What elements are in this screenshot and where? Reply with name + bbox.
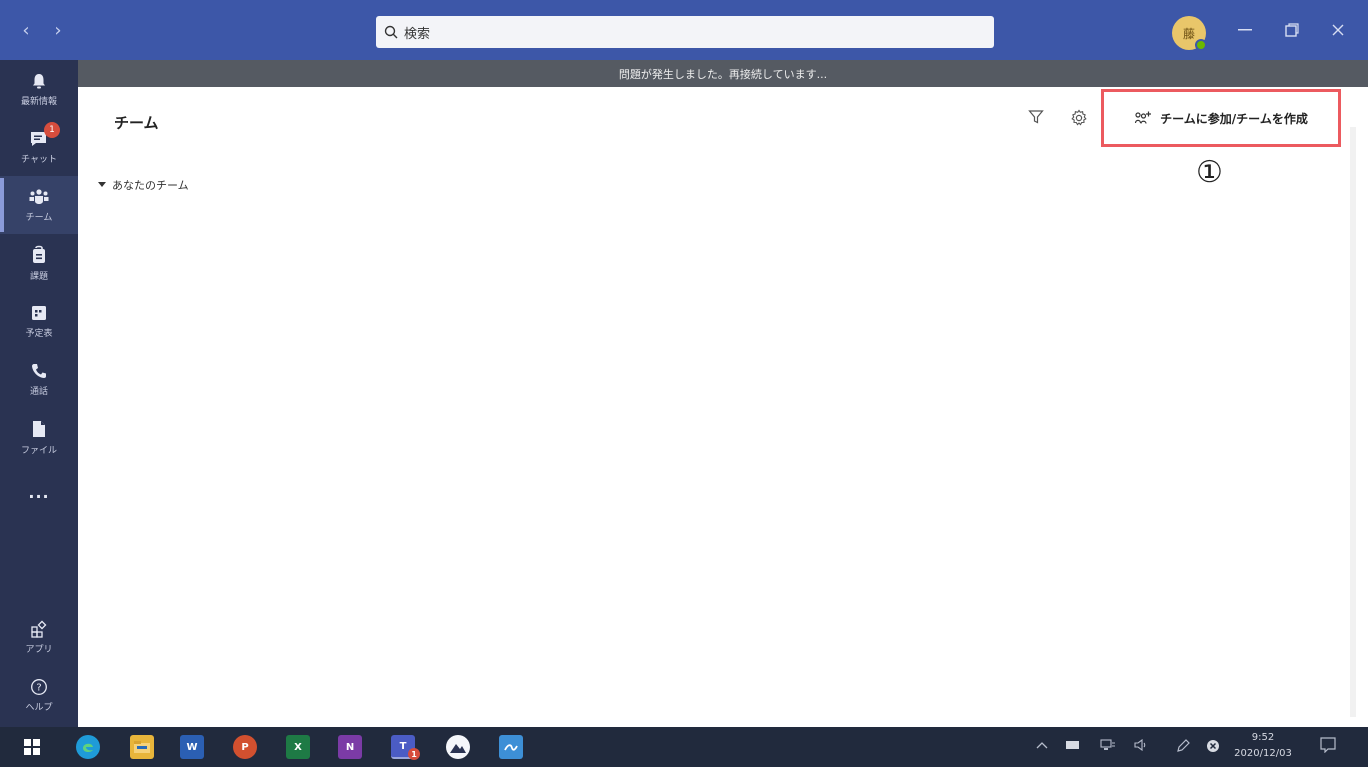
calendar-icon — [32, 305, 46, 320]
rail-item-help[interactable]: ? ヘルプ — [0, 666, 78, 724]
search-icon — [384, 25, 398, 39]
bell-icon — [33, 73, 45, 88]
title-bar: ‹ › 検索 藤 — [0, 0, 1368, 60]
rail-item-files[interactable]: ファイル — [0, 408, 78, 466]
join-or-create-team-label: チームに参加/チームを作成 — [1160, 111, 1308, 126]
back-arrow-icon[interactable]: ‹ — [18, 20, 34, 41]
start-icon[interactable] — [20, 735, 44, 759]
scrollbar[interactable] — [1350, 127, 1356, 717]
teams-taskbar-badge: 1 — [408, 748, 420, 760]
close-icon[interactable] — [1326, 18, 1350, 42]
rail-item-label: チャット — [21, 154, 57, 165]
phone-icon — [32, 363, 46, 378]
page-title: チーム — [114, 114, 159, 132]
windows-taskbar: W P X N T 1 9:52 2020/12/03 — [0, 727, 1368, 767]
powerpoint-icon[interactable]: P — [233, 735, 257, 759]
your-teams-section-header[interactable]: あなたのチーム — [98, 177, 189, 193]
rail-item-apps[interactable]: アプリ — [0, 608, 78, 666]
teams-main-pane: チーム チームに参加/チームを作成 ① あなたのチーム — [78, 87, 1368, 727]
file-explorer-icon[interactable] — [130, 735, 154, 759]
presence-available-icon — [1195, 39, 1207, 51]
more-icon: ... — [28, 482, 50, 502]
history-nav: ‹ › — [18, 20, 66, 41]
rail-item-teams[interactable]: チーム — [0, 176, 78, 234]
step-annotation: ① — [1196, 155, 1223, 190]
clock-date: 2020/12/03 — [1234, 748, 1292, 759]
caret-down-icon — [98, 182, 106, 187]
file-icon — [33, 420, 45, 437]
rail-item-label: 予定表 — [25, 328, 53, 339]
network-icon[interactable] — [1100, 739, 1116, 754]
search-input[interactable]: 検索 — [376, 16, 994, 48]
add-team-icon — [1135, 111, 1152, 124]
teams-icon[interactable]: T 1 — [391, 735, 420, 760]
avatar-initial: 藤 — [1182, 26, 1195, 41]
rail-item-label: 最新情報 — [20, 96, 57, 107]
rail-item-label: チーム — [25, 212, 53, 223]
rail-item-label: アプリ — [25, 644, 53, 655]
clock-time: 9:52 — [1251, 732, 1275, 743]
app-rail: 最新情報 1 チャット チーム 課題 予定表 通話 ファイル ... アプリ ?… — [0, 60, 78, 727]
rail-item-label: ヘルプ — [25, 702, 53, 713]
volume-icon[interactable] — [1134, 738, 1148, 754]
photos-icon[interactable] — [446, 735, 470, 759]
minimize-icon[interactable] — [1233, 18, 1257, 42]
apps-icon — [31, 620, 47, 638]
reconnect-banner: 問題が発生しました。再接続しています... — [78, 60, 1368, 87]
teams-taskbar-letter: T — [399, 740, 407, 752]
assignments-icon — [33, 245, 45, 263]
svg-text:?: ? — [36, 682, 41, 693]
rail-item-assignments[interactable]: 課題 — [0, 234, 78, 292]
battery-icon[interactable] — [1066, 739, 1080, 752]
help-icon: ? — [31, 678, 47, 695]
rail-item-label: 課題 — [29, 271, 48, 282]
section-label: あなたのチーム — [112, 179, 189, 192]
show-hidden-icons-icon[interactable] — [1036, 739, 1048, 752]
word-icon[interactable]: W — [180, 735, 204, 759]
join-or-create-team-button[interactable]: チームに参加/チームを作成 — [1101, 89, 1341, 147]
rail-item-activity[interactable]: 最新情報 — [0, 60, 78, 118]
action-center-icon[interactable] — [1320, 737, 1336, 756]
search-placeholder: 検索 — [404, 26, 431, 42]
taskbar-clock[interactable]: 9:52 2020/12/03 — [1228, 730, 1298, 762]
onenote-icon[interactable]: N — [338, 735, 362, 759]
teams-icon — [29, 188, 49, 204]
edge-icon[interactable] — [76, 735, 100, 759]
rail-item-chat[interactable]: 1 チャット — [0, 118, 78, 176]
banner-text: 問題が発生しました。再接続しています... — [618, 67, 828, 81]
rail-item-label: ファイル — [20, 445, 57, 456]
forward-arrow-icon[interactable]: › — [50, 20, 66, 41]
chat-unread-badge: 1 — [44, 122, 60, 138]
excel-icon[interactable]: X — [286, 735, 310, 759]
rail-item-calls[interactable]: 通話 — [0, 350, 78, 408]
pen-icon[interactable] — [1176, 739, 1190, 756]
rail-item-more[interactable]: ... — [0, 472, 78, 512]
filter-icon[interactable] — [1028, 109, 1044, 129]
rail-item-calendar[interactable]: 予定表 — [0, 292, 78, 350]
rail-item-label: 通話 — [29, 386, 48, 397]
notification-blocked-icon[interactable] — [1206, 739, 1220, 756]
maximize-icon[interactable] — [1280, 18, 1304, 42]
gear-icon[interactable] — [1070, 109, 1088, 131]
avatar[interactable]: 藤 — [1172, 16, 1207, 51]
whiteboard-icon[interactable] — [499, 735, 523, 759]
